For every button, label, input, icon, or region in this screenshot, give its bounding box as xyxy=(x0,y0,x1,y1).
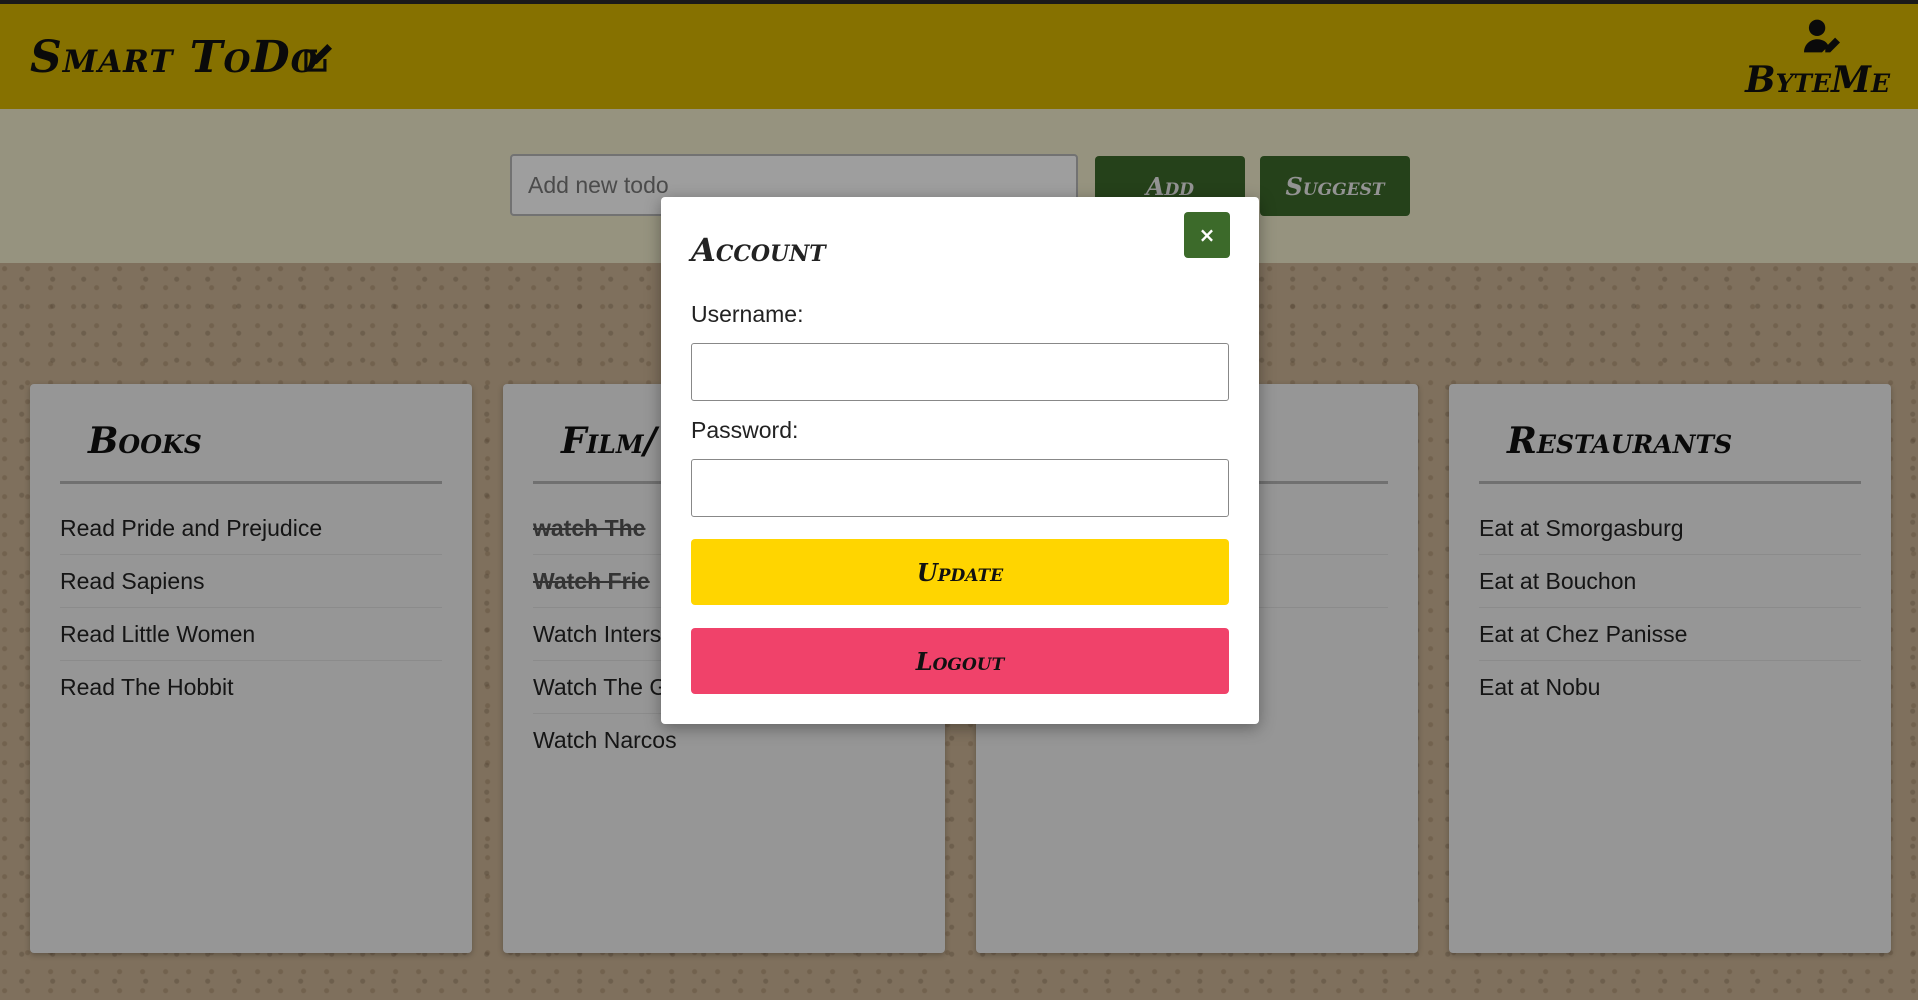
password-label: Password: xyxy=(691,417,799,443)
username-label: Username: xyxy=(691,301,804,327)
close-button[interactable]: × xyxy=(1184,212,1230,258)
logout-button[interactable]: Logout xyxy=(691,628,1229,694)
account-modal: Account × Username: Password: Update Log… xyxy=(661,197,1259,724)
update-button[interactable]: Update xyxy=(691,539,1229,605)
password-field[interactable] xyxy=(691,459,1229,517)
modal-title: Account xyxy=(691,231,826,269)
username-field[interactable] xyxy=(691,343,1229,401)
